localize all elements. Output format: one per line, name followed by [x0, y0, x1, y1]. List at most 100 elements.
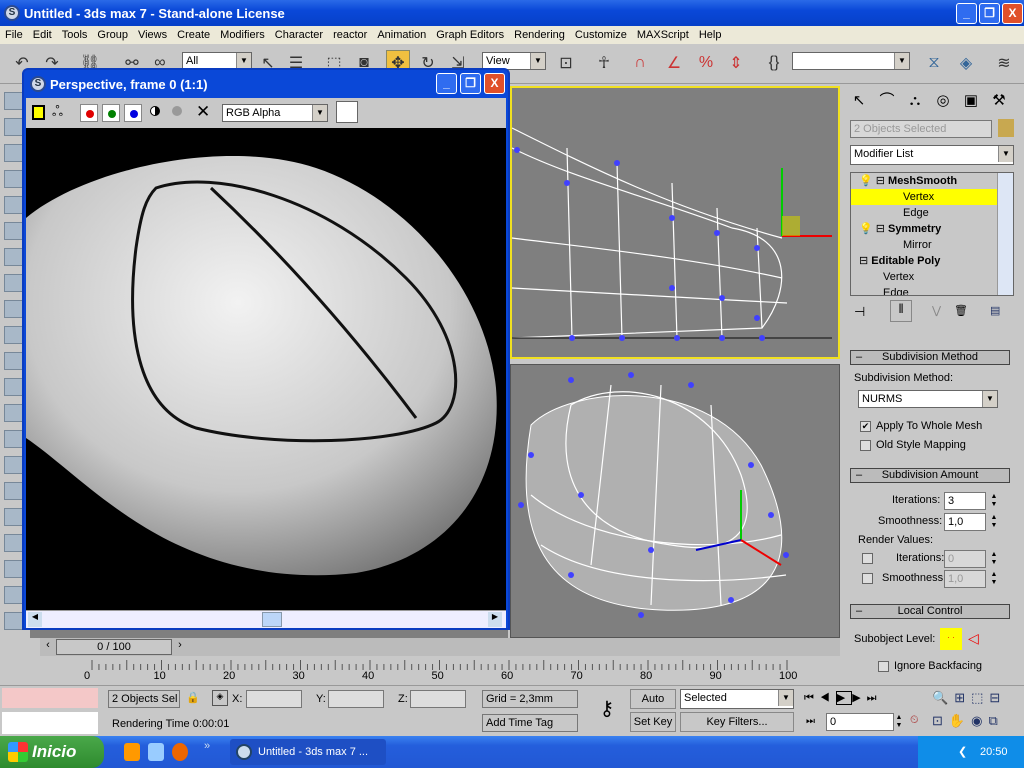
- zoom-extents-icon[interactable]: ⬚: [971, 690, 989, 705]
- percent-snap-icon[interactable]: %: [694, 50, 718, 76]
- prev-frame-icon[interactable]: ‹: [42, 639, 54, 655]
- zoom-extents-all-icon[interactable]: ⊟: [989, 690, 1006, 705]
- show-hidden-icon[interactable]: ❮: [958, 736, 967, 768]
- lock-selection-icon[interactable]: 🔒: [186, 691, 200, 704]
- pin-stack-icon[interactable]: ⊣: [854, 304, 865, 320]
- make-unique-icon[interactable]: ⋁: [932, 304, 941, 317]
- menu-views[interactable]: Views: [133, 29, 172, 41]
- prev-key-icon[interactable]: ◀: [820, 692, 836, 704]
- stack-item-edge[interactable]: Edge: [851, 205, 1013, 221]
- named-selection-dropdown[interactable]: ▼: [792, 52, 910, 70]
- render-iterations-spinner[interactable]: ▲ ▼: [989, 551, 999, 567]
- zoom-all-icon[interactable]: ⊞: [954, 690, 971, 705]
- object-name-field[interactable]: 2 Objects Selected: [850, 120, 992, 138]
- scroll-thumb[interactable]: [262, 612, 282, 627]
- menu-group[interactable]: Group: [92, 29, 133, 41]
- render-smoothness-checkbox[interactable]: [862, 573, 873, 584]
- save-icon[interactable]: [32, 105, 45, 120]
- stack-item-editable-poly[interactable]: ⊟ Editable Poly: [851, 253, 1013, 269]
- smoothness-input[interactable]: 1,0: [944, 513, 986, 531]
- alpha-icon[interactable]: [172, 106, 182, 116]
- rollout-subdivision-method[interactable]: – Subdivision Method: [850, 350, 1010, 365]
- key-filters-button[interactable]: Key Filters...: [680, 712, 794, 732]
- utilities-tab-icon[interactable]: ⚒: [986, 88, 1012, 114]
- auto-key-button[interactable]: Auto Key: [630, 689, 676, 723]
- stack-item-vertex[interactable]: Vertex: [851, 269, 1013, 285]
- zoom-icon[interactable]: 🔍: [932, 690, 954, 705]
- tool-icon[interactable]: [4, 430, 24, 448]
- hierarchy-tab-icon[interactable]: ⛬: [902, 88, 928, 114]
- absolute-mode-icon[interactable]: ◈: [212, 690, 228, 706]
- arc-rotate-icon[interactable]: ◉: [971, 713, 988, 728]
- tool-icon[interactable]: [4, 196, 24, 214]
- render-smoothness-input[interactable]: 1,0: [944, 570, 986, 588]
- go-to-start-icon[interactable]: ⏮: [804, 692, 820, 704]
- subdivision-method-dropdown[interactable]: NURMS ▼: [858, 390, 998, 408]
- rollout-local-control[interactable]: – Local Control: [850, 604, 1010, 619]
- modifier-list-dropdown[interactable]: Modifier List ▼: [850, 145, 1014, 165]
- menu-maxscript[interactable]: MAXScript: [632, 29, 694, 41]
- create-tab-icon[interactable]: ↖: [846, 88, 872, 114]
- set-key-button[interactable]: Set Key: [630, 712, 676, 732]
- angle-snap-icon[interactable]: ∠: [662, 50, 686, 76]
- color-swatch[interactable]: [336, 101, 358, 123]
- manipulate-icon[interactable]: ☥: [592, 50, 616, 76]
- vertex-subobject-icon[interactable]: · ·: [940, 628, 962, 650]
- z-coordinate-input[interactable]: [410, 690, 466, 708]
- taskbar-item-3dsmax[interactable]: Untitled - 3ds max 7 ...: [230, 739, 386, 765]
- y-coordinate-input[interactable]: [328, 690, 384, 708]
- menu-modifiers[interactable]: Modifiers: [215, 29, 270, 41]
- more-icon[interactable]: »: [204, 740, 210, 752]
- align-icon[interactable]: ◈: [954, 50, 978, 76]
- tool-icon[interactable]: [4, 300, 24, 318]
- clone-icon[interactable]: ஃ: [52, 103, 63, 122]
- old-style-mapping-checkbox[interactable]: [860, 440, 871, 451]
- configure-sets-icon[interactable]: ▤: [990, 304, 1000, 317]
- maxscript-listener-mini[interactable]: [2, 688, 98, 708]
- ie-icon[interactable]: [148, 743, 164, 761]
- apply-whole-mesh-checkbox[interactable]: ✔: [860, 421, 871, 432]
- viewport-top-right-active[interactable]: [510, 86, 840, 359]
- play-icon[interactable]: ▶: [835, 691, 853, 705]
- x-coordinate-input[interactable]: [246, 690, 302, 708]
- tool-icon[interactable]: [4, 248, 24, 266]
- tool-icon[interactable]: [4, 326, 24, 344]
- mono-icon[interactable]: [150, 106, 160, 116]
- current-frame-spinner[interactable]: ▲ ▼: [894, 714, 904, 730]
- time-slider-thumb[interactable]: 0 / 100: [56, 639, 172, 655]
- show-end-result-icon[interactable]: ‖: [890, 300, 912, 322]
- render-iterations-input[interactable]: 0: [944, 550, 986, 568]
- next-key-icon[interactable]: ▶: [852, 692, 866, 704]
- tool-icon[interactable]: [4, 586, 24, 604]
- menu-customize[interactable]: Customize: [570, 29, 632, 41]
- minimize-button[interactable]: _: [956, 3, 977, 24]
- scroll-right-icon[interactable]: ▶: [488, 612, 502, 627]
- quicklaunch-icon[interactable]: [124, 743, 140, 761]
- scroll-left-icon[interactable]: ◀: [28, 612, 42, 627]
- render-minimize-button[interactable]: _: [436, 73, 457, 94]
- firefox-icon[interactable]: [172, 743, 188, 761]
- time-config-icon[interactable]: ⏲: [910, 714, 919, 727]
- next-frame-icon[interactable]: ›: [174, 639, 186, 655]
- menu-help[interactable]: Help: [694, 29, 727, 41]
- tool-icon[interactable]: [4, 222, 24, 240]
- display-tab-icon[interactable]: ▣: [958, 88, 984, 114]
- menu-edit[interactable]: Edit: [28, 29, 57, 41]
- object-color-swatch[interactable]: [998, 119, 1014, 137]
- tool-icon[interactable]: [4, 92, 24, 110]
- render-smoothness-spinner[interactable]: ▲ ▼: [989, 571, 999, 587]
- tool-icon[interactable]: [4, 560, 24, 578]
- tool-icon[interactable]: [4, 482, 24, 500]
- iterations-input[interactable]: 3: [944, 492, 986, 510]
- tool-icon[interactable]: [4, 144, 24, 162]
- maxscript-input-mini[interactable]: [2, 712, 98, 734]
- red-channel-toggle[interactable]: [80, 104, 98, 122]
- remove-modifier-icon[interactable]: 🗑: [954, 304, 968, 317]
- track-bar[interactable]: 0 10 20 30 40 50 60 70 80 90 100: [40, 656, 842, 684]
- menu-character[interactable]: Character: [270, 29, 328, 41]
- close-button[interactable]: X: [1002, 3, 1023, 24]
- pivot-center-icon[interactable]: ⊡: [554, 50, 578, 76]
- stack-item-edge[interactable]: Edge: [851, 285, 1013, 295]
- modify-tab-icon[interactable]: ⌒: [874, 88, 900, 114]
- stack-item-vertex[interactable]: Vertex: [851, 189, 997, 205]
